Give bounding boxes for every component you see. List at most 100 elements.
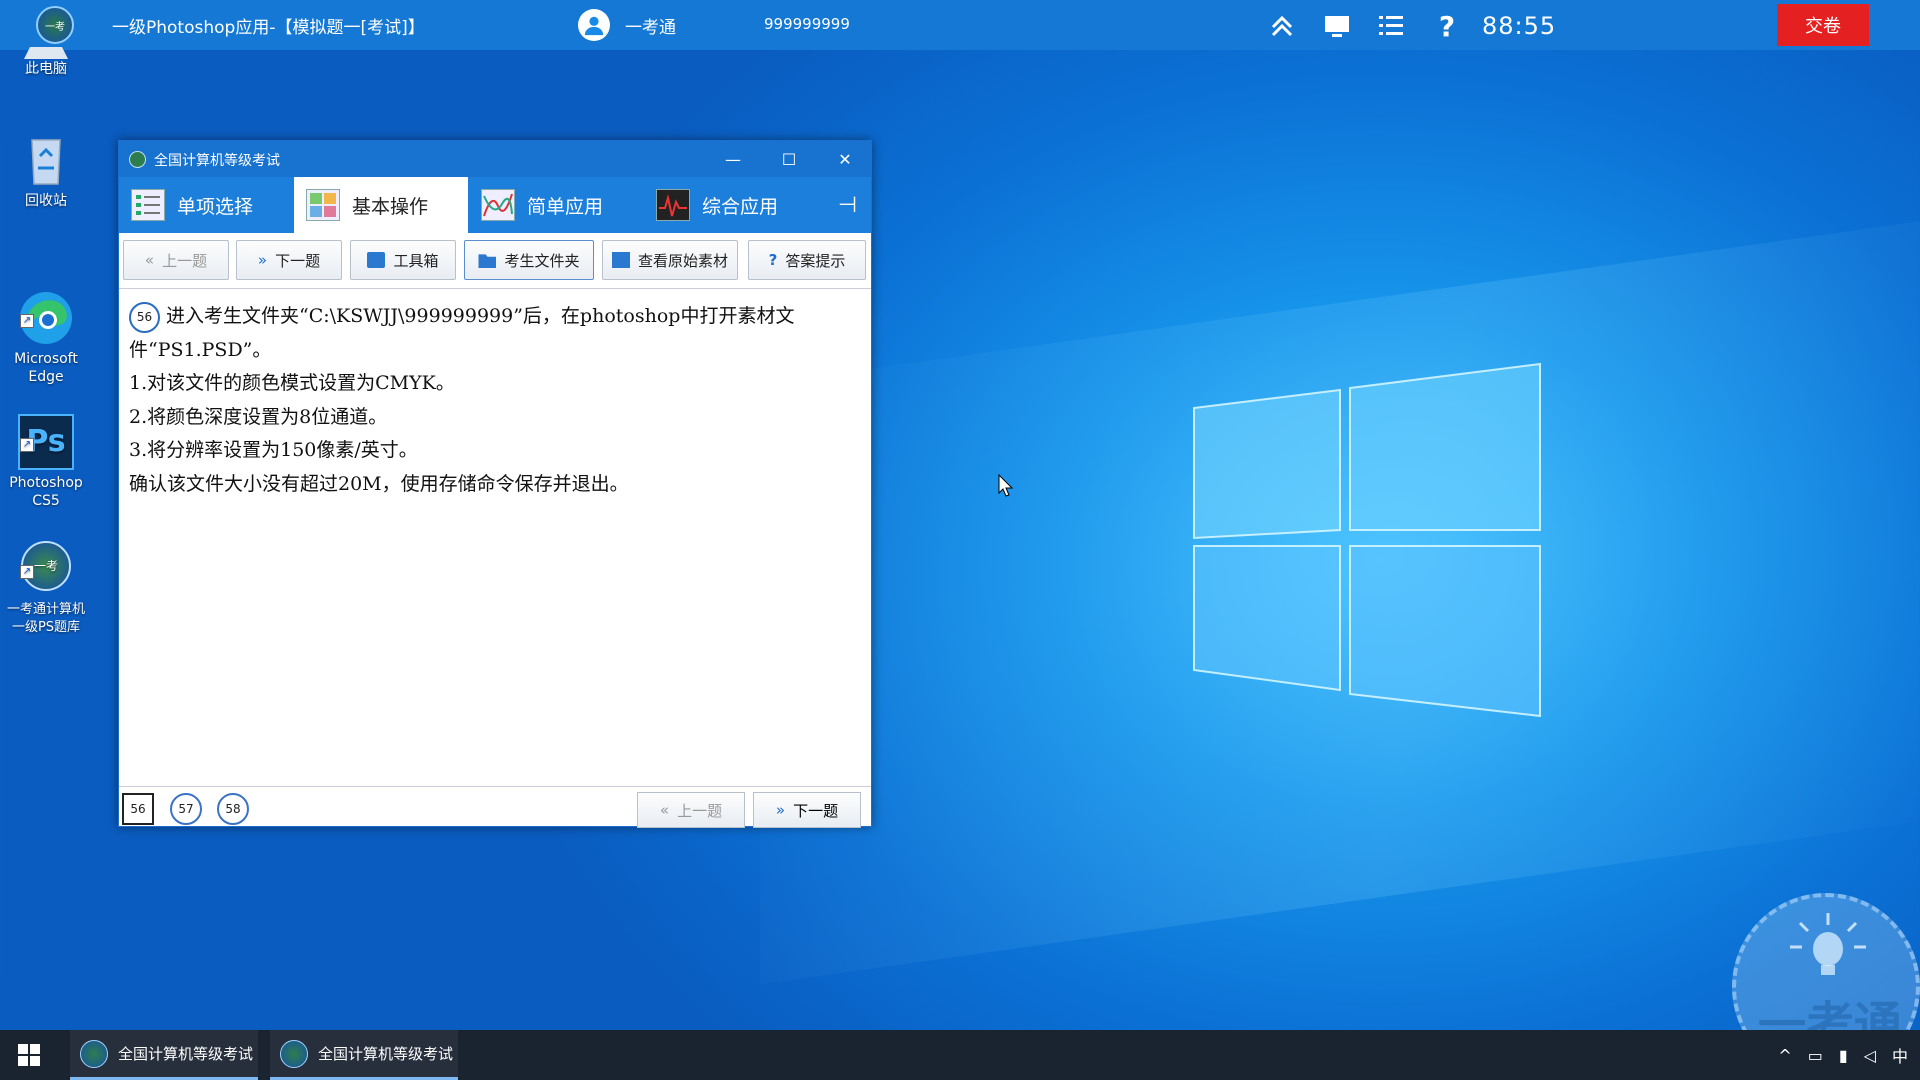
- tab-single-choice[interactable]: 单项选择: [119, 177, 293, 233]
- volume-icon[interactable]: ◁: [1864, 1046, 1876, 1065]
- question-line: 3.将分辨率设置为150像素/英寸。: [129, 439, 418, 461]
- shortcut-arrow-icon: ↗: [20, 438, 34, 452]
- folder-icon: [478, 254, 497, 268]
- mouse-cursor-icon: [998, 474, 1014, 497]
- shortcut-arrow-icon: ↗: [20, 565, 34, 579]
- question-toolbar: « 上一题 » 下一题 工具箱 考生文件夹 查看原始素材 ? 答案提示: [119, 233, 871, 289]
- double-chevron-right-icon: »: [257, 251, 268, 269]
- question-mark-icon: ?: [768, 251, 778, 269]
- taskbar: 全国计算机等级考试 全国计算机等级考试 ^ ▭ ▮ ◁ 中: [0, 1030, 1920, 1080]
- question-number-badge: 56: [129, 301, 160, 333]
- desktop-icon-recycle-bin[interactable]: 回收站: [0, 132, 92, 210]
- system-tray: ^ ▭ ▮ ◁ 中: [1778, 1030, 1920, 1080]
- close-button[interactable]: ✕: [817, 141, 873, 177]
- computer-icon: [18, 46, 74, 59]
- tab-label: 综合应用: [702, 195, 779, 218]
- app-icon: [129, 151, 146, 168]
- basic-operation-icon: [306, 189, 340, 221]
- pager-item-57[interactable]: 57: [170, 793, 202, 825]
- taskbar-item[interactable]: 全国计算机等级考试: [270, 1030, 458, 1080]
- double-chevron-up-icon[interactable]: [1267, 11, 1297, 41]
- list-icon[interactable]: [1376, 11, 1406, 41]
- taskbar-item[interactable]: 全国计算机等级考试: [70, 1030, 258, 1080]
- window-title: 全国计算机等级考试: [154, 153, 280, 169]
- app-icon: [280, 1039, 308, 1068]
- toolbox-icon: [367, 252, 386, 268]
- button-label: 考生文件夹: [504, 251, 580, 270]
- user-id: 999999999: [764, 15, 850, 33]
- question-line: 确认该文件大小没有超过20M，使用存储命令保存并退出。: [129, 472, 629, 495]
- taskbar-item-label: 全国计算机等级考试: [318, 1045, 454, 1063]
- shortcut-arrow-icon: ↗: [20, 314, 34, 328]
- double-chevron-left-icon: «: [659, 801, 670, 819]
- view-original-material-button[interactable]: 查看原始素材: [602, 240, 738, 280]
- pager-item-58[interactable]: 58: [217, 793, 249, 825]
- desktop-icon-yikaotong[interactable]: 一考 ↗ 一考通计算机 一级PS题库: [0, 505, 92, 655]
- double-chevron-right-icon: »: [775, 801, 786, 819]
- yikaotong-icon: 一考 ↗: [18, 523, 74, 591]
- double-chevron-left-icon: «: [144, 251, 155, 269]
- question-line: 56 进入考生文件夹“C:\KSWJJ\999999999”后，在photosho…: [129, 300, 861, 334]
- button-label: 上一题: [677, 801, 723, 820]
- toolbox-button[interactable]: 工具箱: [350, 240, 456, 280]
- document-icon: [611, 252, 630, 268]
- student-folder-button[interactable]: 考生文件夹: [464, 240, 594, 280]
- exam-top-bar: 一考 一级Photoshop应用-【模拟题一[考试]】 一考通 99999999…: [0, 0, 1920, 50]
- username: 一考通: [625, 18, 676, 38]
- answer-hint-button[interactable]: ? 答案提示: [748, 240, 866, 280]
- section-tabs: 单项选择 基本操作 简单应用 综合应用 ⊣: [119, 177, 871, 233]
- button-label: 上一题: [162, 251, 208, 270]
- button-label: 查看原始素材: [637, 251, 728, 270]
- recycle-bin-icon: [18, 132, 74, 188]
- pin-icon[interactable]: ⊣: [838, 193, 857, 218]
- button-label: 下一题: [275, 251, 321, 270]
- taskbar-item-label: 全国计算机等级考试: [118, 1045, 254, 1063]
- tab-label: 单项选择: [177, 195, 254, 218]
- microphone-icon[interactable]: ▮: [1839, 1046, 1848, 1065]
- user-avatar-icon: [578, 9, 610, 41]
- network-icon[interactable]: ▭: [1808, 1046, 1823, 1065]
- desktop-icon-label: 回收站: [25, 193, 67, 209]
- window-titlebar[interactable]: 全国计算机等级考试 — ☐ ✕: [119, 141, 871, 177]
- countdown-timer: 88:55: [1482, 12, 1557, 40]
- single-choice-icon: [131, 189, 165, 221]
- yikaotong-logo-icon: 一考: [36, 6, 74, 44]
- tab-basic-operation[interactable]: 基本操作: [294, 177, 468, 233]
- submit-exam-button[interactable]: 交卷: [1777, 4, 1869, 46]
- tab-simple-application[interactable]: 简单应用: [469, 177, 643, 233]
- windows-start-icon: [18, 1044, 40, 1066]
- question-text: 进入考生文件夹“C:\KSWJJ\999999999”后，在photoshop中…: [166, 305, 795, 327]
- question-line: 2.将颜色深度设置为8位通道。: [129, 405, 388, 428]
- button-label: 下一题: [793, 801, 839, 820]
- edge-icon: ↗: [18, 272, 74, 344]
- question-line: 1.对该文件的颜色模式设置为CMYK。: [129, 372, 455, 394]
- minimize-button[interactable]: —: [705, 141, 761, 177]
- tab-comprehensive-application[interactable]: 综合应用: [644, 177, 818, 233]
- start-button[interactable]: [0, 1030, 58, 1080]
- bottom-prev-button[interactable]: « 上一题: [637, 792, 745, 828]
- button-label: 答案提示: [785, 251, 846, 270]
- prev-question-button[interactable]: « 上一题: [123, 240, 229, 280]
- maximize-button[interactable]: ☐: [761, 141, 817, 177]
- desktop-icon-this-pc[interactable]: 此电脑: [0, 46, 92, 78]
- next-question-button[interactable]: » 下一题: [236, 240, 342, 280]
- button-label: 工具箱: [393, 251, 439, 270]
- monitor-icon[interactable]: [1322, 11, 1352, 41]
- help-icon[interactable]: ?: [1432, 10, 1462, 43]
- chevron-up-icon[interactable]: ^: [1778, 1046, 1791, 1065]
- bottom-next-button[interactable]: » 下一题: [753, 792, 861, 828]
- photoshop-icon: Ps ↗: [18, 396, 74, 470]
- exam-title: 一级Photoshop应用-【模拟题一[考试]】: [112, 18, 425, 38]
- pager-item-56[interactable]: 56: [122, 793, 154, 825]
- simple-application-icon: [481, 189, 515, 221]
- lightbulb-icon: [1790, 913, 1866, 975]
- tab-label: 简单应用: [527, 195, 604, 218]
- app-icon: [80, 1039, 108, 1068]
- comprehensive-application-icon: [656, 189, 690, 221]
- desktop-icon-label: 此电脑: [25, 61, 67, 77]
- windows-logo-wallpaper: [1193, 362, 1541, 718]
- ime-indicator[interactable]: 中: [1892, 1043, 1908, 1067]
- exam-window: 全国计算机等级考试 — ☐ ✕ 单项选择 基本操作 简单应用 综合应用 ⊣ « …: [118, 140, 872, 828]
- tab-label: 基本操作: [352, 195, 429, 218]
- question-pager-bar: 56 57 58 « 上一题 » 下一题: [119, 786, 871, 828]
